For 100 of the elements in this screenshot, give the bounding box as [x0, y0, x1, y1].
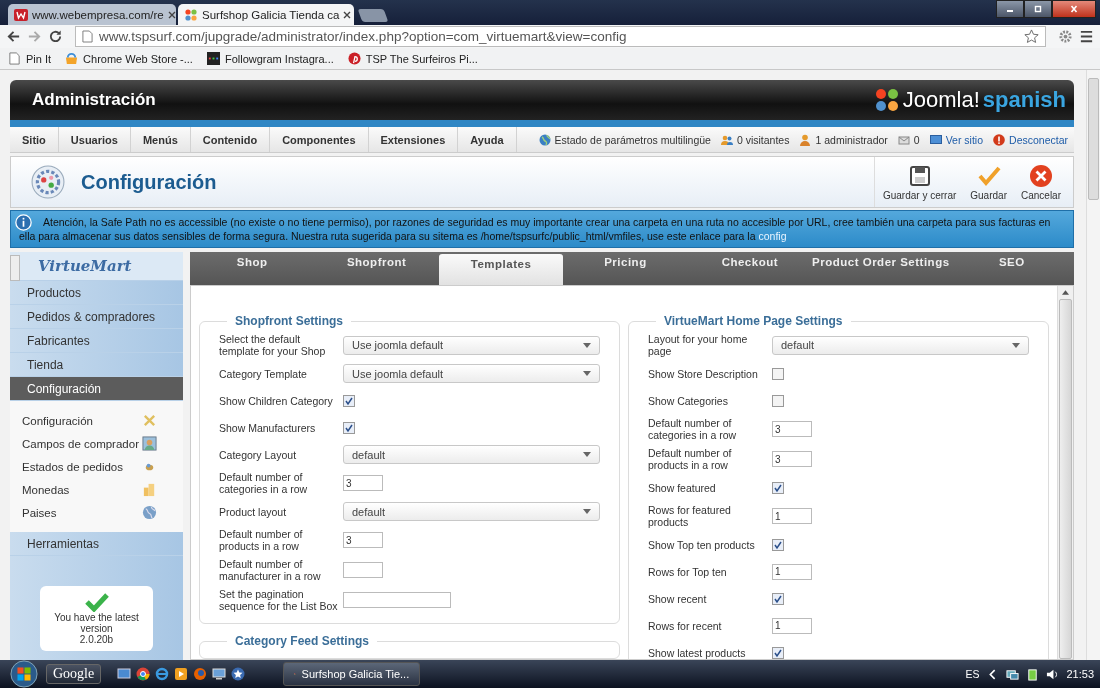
- bookmark[interactable]: TSP The Surfeiros Pi...: [347, 52, 478, 65]
- language-indicator[interactable]: ES: [965, 668, 980, 680]
- globe-icon: [142, 505, 157, 520]
- star-icon[interactable]: [1024, 29, 1039, 44]
- browser-icon[interactable]: [155, 667, 170, 681]
- dots-icon: [206, 52, 220, 65]
- joomla-icon: [184, 7, 198, 22]
- sidebar-item[interactable]: Pedidos & compradores: [10, 305, 183, 329]
- star-icon[interactable]: [231, 667, 246, 681]
- menu-item[interactable]: Usuarios: [58, 127, 131, 152]
- close-icon[interactable]: [343, 10, 352, 19]
- browser-tab[interactable]: Surfshop Galicia Tienda ca: [178, 4, 354, 25]
- sidebar-item[interactable]: Productos: [10, 281, 183, 305]
- search-field[interactable]: Google: [46, 664, 102, 684]
- caret-icon: [1012, 342, 1020, 348]
- checkbox[interactable]: [772, 367, 784, 380]
- input-field[interactable]: 1: [772, 563, 812, 580]
- status-item[interactable]: Estado de parámetros multilingüe: [538, 133, 711, 146]
- input-field[interactable]: 1: [772, 508, 812, 524]
- page-scrollbar[interactable]: [1086, 70, 1100, 660]
- submenu-item[interactable]: Monedas: [22, 483, 70, 496]
- minimize-button[interactable]: [996, 0, 1024, 18]
- scrollbar[interactable]: [1057, 286, 1073, 659]
- select-field[interactable]: default: [343, 445, 600, 464]
- tab[interactable]: Product Order Settings: [812, 252, 950, 285]
- menu-icon[interactable]: [1079, 29, 1094, 44]
- sidebar-item[interactable]: Configuración: [10, 377, 183, 401]
- close-icon[interactable]: [167, 10, 176, 19]
- input-field[interactable]: 3: [343, 475, 383, 491]
- address-bar[interactable]: www.tspsurf.com/jupgrade/administrator/index.php?option=com_virtuemart&view=config: [75, 26, 1046, 47]
- url-text: www.tspsurf.com/jupgrade/administrator/index.php?option=com_virtuemart&view=config: [99, 29, 628, 44]
- checkbox[interactable]: [772, 538, 784, 551]
- tab[interactable]: SEO: [949, 252, 1074, 285]
- input-field[interactable]: 3: [772, 451, 812, 467]
- input-field[interactable]: [343, 562, 383, 578]
- input-field[interactable]: [343, 592, 451, 608]
- collapse-handle[interactable]: [10, 255, 20, 281]
- firefox-icon[interactable]: [193, 667, 208, 681]
- menu-item[interactable]: Contenido: [190, 127, 271, 152]
- menu-item[interactable]: Componentes: [270, 127, 369, 152]
- settings-icon[interactable]: [1058, 29, 1073, 44]
- monitor-icon: [929, 133, 942, 146]
- tab[interactable]: Shop: [190, 252, 315, 285]
- taskbar-window[interactable]: Surfshop Galicia Tie...: [283, 662, 421, 686]
- maximize-button[interactable]: [1024, 0, 1052, 18]
- menu-item[interactable]: Ayuda: [458, 127, 517, 152]
- checkbox[interactable]: [772, 394, 784, 407]
- tab[interactable]: Templates: [438, 254, 564, 285]
- status-item[interactable]: 1 administrador: [799, 133, 888, 146]
- save-button[interactable]: Guardar: [968, 157, 1009, 207]
- checkbox[interactable]: [343, 421, 355, 434]
- checkbox[interactable]: [772, 481, 784, 494]
- clock: 21:53: [1066, 668, 1094, 680]
- close-button[interactable]: [1052, 0, 1096, 18]
- caret-icon: [583, 371, 591, 376]
- select-field[interactable]: default: [772, 335, 1029, 355]
- status-item[interactable]: 0 visitantes: [720, 133, 790, 146]
- bookmark[interactable]: Pin It: [8, 52, 52, 65]
- checkbox[interactable]: [343, 394, 355, 407]
- submenu-item[interactable]: Campos de comprador: [22, 437, 139, 450]
- field-label: Default number of products in a row: [219, 528, 304, 552]
- media-icon[interactable]: [174, 667, 189, 681]
- sidebar-item[interactable]: Fabricantes: [10, 329, 183, 353]
- reload-icon[interactable]: [48, 29, 63, 44]
- sidebar-item[interactable]: Herramientas: [10, 532, 183, 556]
- monitor-icon[interactable]: [212, 667, 227, 681]
- desktop-icon[interactable]: [117, 667, 132, 681]
- select-field[interactable]: Use joomla default: [343, 335, 600, 355]
- menu-item[interactable]: Menús: [130, 127, 191, 152]
- save-close-button[interactable]: Guardar y cerrar: [880, 157, 959, 207]
- tab[interactable]: Checkout: [687, 252, 813, 285]
- status-item[interactable]: 0: [897, 133, 920, 146]
- network-icon[interactable]: [1006, 667, 1020, 681]
- submenu-item[interactable]: Estados de pedidos: [22, 460, 124, 473]
- status-item[interactable]: Ver sitio: [929, 133, 984, 146]
- bookmark[interactable]: Chrome Web Store -...: [65, 52, 193, 65]
- menu-item[interactable]: Sitio: [10, 127, 59, 152]
- submenu-item[interactable]: Configuración: [22, 414, 93, 427]
- input-field[interactable]: 3: [343, 532, 383, 548]
- input-field[interactable]: 3: [772, 421, 812, 437]
- field-label: Rows for recent: [648, 619, 723, 632]
- menu-item[interactable]: Extensiones: [368, 127, 459, 152]
- select-field[interactable]: default: [343, 502, 600, 521]
- checkbox[interactable]: [772, 592, 784, 605]
- new-tab-button[interactable]: [357, 9, 389, 22]
- browser-tab[interactable]: www.webempresa.com/re: [8, 4, 176, 25]
- submenu-item[interactable]: Paises: [22, 506, 57, 519]
- select-field[interactable]: Use joomla default: [343, 364, 600, 383]
- status-item[interactable]: Desconectar: [993, 133, 1068, 146]
- tab[interactable]: Shopfront: [314, 252, 439, 285]
- bookmark[interactable]: Followgram Instagra...: [206, 52, 334, 65]
- joomla-logo-text: Joomla!: [902, 87, 980, 113]
- start-button[interactable]: [10, 660, 38, 688]
- checkbox[interactable]: [772, 646, 784, 659]
- back-icon[interactable]: [6, 29, 21, 44]
- input-field[interactable]: 1: [772, 617, 812, 634]
- tab[interactable]: Pricing: [563, 252, 688, 285]
- caret-icon: [583, 342, 591, 348]
- battery-icon[interactable]: [1026, 667, 1040, 681]
- cancel-button[interactable]: Cancelar: [1018, 157, 1063, 207]
